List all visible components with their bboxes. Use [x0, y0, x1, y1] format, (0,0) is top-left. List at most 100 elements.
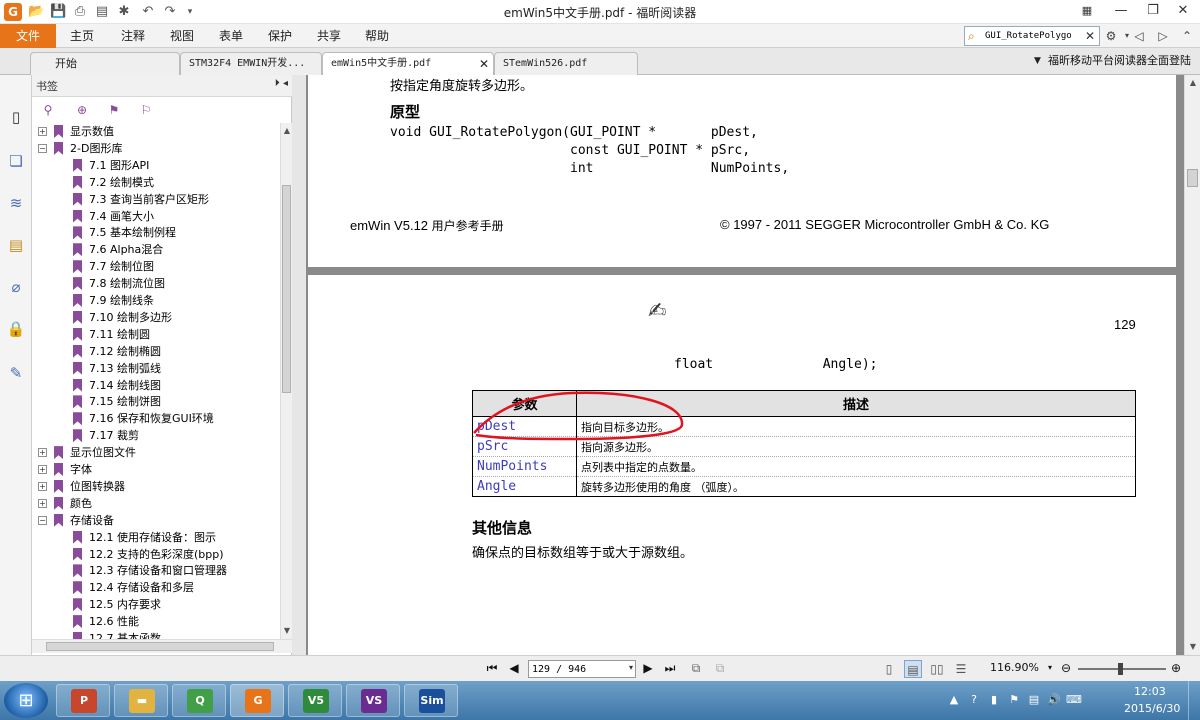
page-dropdown-icon[interactable]: ▾	[629, 663, 633, 672]
bookmark-scroll-thumb[interactable]	[282, 185, 291, 393]
facing-view-icon[interactable]: ▯▯	[928, 660, 946, 678]
bookmark-item[interactable]: 7.16 保存和恢复GUI环境	[32, 410, 280, 427]
tab-stemwin526[interactable]: STemWin526.pdf	[494, 52, 638, 75]
clock-date[interactable]: 2015/6/30	[1124, 702, 1180, 715]
single-page-view-icon[interactable]: ▯	[880, 660, 898, 678]
zoom-slider-thumb[interactable]	[1118, 663, 1123, 675]
expand-icon[interactable]: +	[38, 127, 47, 136]
layers-icon[interactable]: ≋	[6, 193, 26, 213]
menu-help[interactable]: 帮助	[365, 24, 389, 48]
bookmark-item[interactable]: 12.4 存储设备和多层	[32, 579, 280, 596]
bookmark-item[interactable]: 12.1 使用存储设备：图示	[32, 529, 280, 546]
signature-icon[interactable]: ✎	[6, 363, 26, 383]
taskbar-foxit-reader[interactable]: G	[230, 684, 284, 717]
bookmark-item[interactable]: 7.17 裁剪	[32, 427, 280, 444]
zoom-slider[interactable]	[1078, 663, 1166, 675]
bookmark-item[interactable]: 7.2 绘制模式	[32, 174, 280, 191]
expand-icon[interactable]: +	[38, 481, 47, 491]
bookmark-horizontal-scrollbar[interactable]	[32, 639, 292, 653]
bookmark-item[interactable]: + 颜色	[32, 495, 280, 512]
bookmark-item[interactable]: 7.15 绘制饼图	[32, 393, 280, 410]
ribbon-grid-icon[interactable]: ▦	[1076, 2, 1098, 20]
bookmark-item[interactable]: + 字体	[32, 461, 280, 478]
bookmark-scrollbar[interactable]: ▲ ▼	[280, 123, 292, 639]
taskbar-emwin-simulator[interactable]: Sim	[404, 684, 458, 717]
security-lock-icon[interactable]: 🔒	[6, 319, 26, 339]
bookmark-item[interactable]: 7.5 基本绘制例程	[32, 224, 280, 241]
expand-icon[interactable]: +	[38, 448, 47, 458]
document-scrollbar[interactable]: ▲ ▼	[1184, 75, 1200, 655]
bookmark-item[interactable]: 7.9 绘制线条	[32, 292, 280, 309]
bookmark-item[interactable]: 7.12 绘制椭圆	[32, 343, 280, 360]
scroll-up-icon[interactable]: ▲	[1187, 77, 1199, 89]
tab-emwin5-manual[interactable]: emWin5中文手册.pdf ✕	[322, 52, 494, 76]
taskbar-powerpoint[interactable]: P	[56, 684, 110, 717]
close-tab-icon[interactable]: ✕	[479, 53, 489, 75]
bookmark-item[interactable]: 12.2 支持的色彩深度(bpp)	[32, 546, 280, 563]
menu-comment[interactable]: 注释	[121, 24, 145, 48]
keyboard-icon[interactable]: ⌨	[1066, 692, 1082, 708]
first-page-icon[interactable]: ⏮	[484, 660, 500, 676]
bookmark-item[interactable]: + 显示数值	[32, 123, 280, 140]
bookmark-item[interactable]: 7.4 画笔大小	[32, 208, 280, 225]
page-number-input[interactable]	[532, 662, 618, 676]
collapse-icon[interactable]: −	[38, 143, 47, 153]
bookmark-item[interactable]: 7.14 绘制线图	[32, 377, 280, 394]
scroll-down-icon[interactable]: ▼	[1187, 641, 1199, 653]
bookmark-item[interactable]: − 2-D图形库	[32, 140, 280, 157]
bookmark-up-icon[interactable]: ⚑	[106, 102, 122, 118]
bookmark-item[interactable]: 7.11 绘制圆	[32, 326, 280, 343]
bookmark-item[interactable]: 12.3 存储设备和窗口管理器	[32, 562, 280, 579]
volume-icon[interactable]: 🔊	[1046, 692, 1062, 708]
bookmark-horizontal-thumb[interactable]	[46, 642, 274, 651]
continuous-facing-view-icon[interactable]: ☰	[952, 660, 970, 678]
tray-expand-icon[interactable]: ▲	[946, 692, 962, 708]
expand-bookmark-icon[interactable]: ⚲	[40, 102, 56, 118]
menu-protect[interactable]: 保护	[268, 24, 292, 48]
network-icon[interactable]: ▮	[986, 692, 1002, 708]
zoom-in-icon[interactable]: ⊕	[1168, 660, 1184, 676]
document-scroll-thumb[interactable]	[1187, 169, 1198, 187]
menu-share[interactable]: 共享	[317, 24, 341, 48]
bookmark-item[interactable]: + 显示位图文件	[32, 444, 280, 461]
promo-dropdown-icon[interactable]: ▼	[1034, 56, 1041, 66]
collapse-ribbon-icon[interactable]: ⌃	[1178, 27, 1196, 45]
zoom-dropdown-icon[interactable]: ▾	[1042, 660, 1058, 676]
panel-collapse-icon[interactable]: ⏵ ◂	[275, 78, 288, 89]
zoom-level[interactable]: 116.90%	[990, 661, 1039, 674]
bookmark-down-icon[interactable]: ⚐	[138, 102, 154, 118]
bookmark-item[interactable]: + 位图转换器	[32, 478, 280, 495]
bookmark-item[interactable]: 7.7 绘制位图	[32, 258, 280, 275]
flag-icon[interactable]: ⚑	[1006, 692, 1022, 708]
minimize-button[interactable]: —	[1110, 2, 1132, 20]
bookmark-item[interactable]: 7.6 Alpha混合	[32, 241, 280, 258]
panel-splitter[interactable]	[292, 75, 306, 655]
show-desktop-button[interactable]	[1188, 681, 1200, 720]
start-button[interactable]: ⊞	[4, 683, 48, 718]
next-result-icon[interactable]: ▷	[1154, 27, 1172, 45]
page-thumbnails-icon[interactable]: ❏	[6, 151, 26, 171]
expand-icon[interactable]: +	[38, 498, 47, 508]
document-view[interactable]: 按指定角度旋转多边形。 原型 void GUI_RotatePolygon(GU…	[306, 75, 1184, 655]
bookmark-item[interactable]: 7.3 查询当前客户区矩形	[32, 191, 280, 208]
taskbar-visual-studio-2015[interactable]: V5	[288, 684, 342, 717]
find-input[interactable]	[985, 28, 1083, 44]
comments-icon[interactable]: ▤	[6, 235, 26, 255]
clear-search-icon[interactable]: ✕	[1085, 28, 1099, 44]
attachments-icon[interactable]: ⌀	[6, 277, 26, 297]
collapse-icon[interactable]: −	[38, 515, 47, 525]
menu-form[interactable]: 表单	[219, 24, 243, 48]
bookmark-item[interactable]: 12.5 内存要求	[32, 596, 280, 613]
last-page-icon[interactable]: ⏭	[662, 660, 678, 676]
next-view-icon[interactable]: ⧉	[712, 660, 728, 676]
find-icon[interactable]: ⌕	[968, 29, 982, 43]
tab-start[interactable]: 开始	[30, 52, 180, 75]
expand-icon[interactable]: +	[38, 465, 47, 474]
zoom-out-icon[interactable]: ⊖	[1058, 660, 1074, 676]
bookmark-item[interactable]: − 存储设备	[32, 512, 280, 529]
previous-view-icon[interactable]: ⧉	[688, 660, 704, 676]
bookmark-item[interactable]: 7.10 绘制多边形	[32, 309, 280, 326]
help-icon[interactable]: ?	[966, 692, 982, 708]
add-bookmark-icon[interactable]: ⊕	[74, 102, 90, 118]
network-signal-icon[interactable]: ▤	[1026, 692, 1042, 708]
